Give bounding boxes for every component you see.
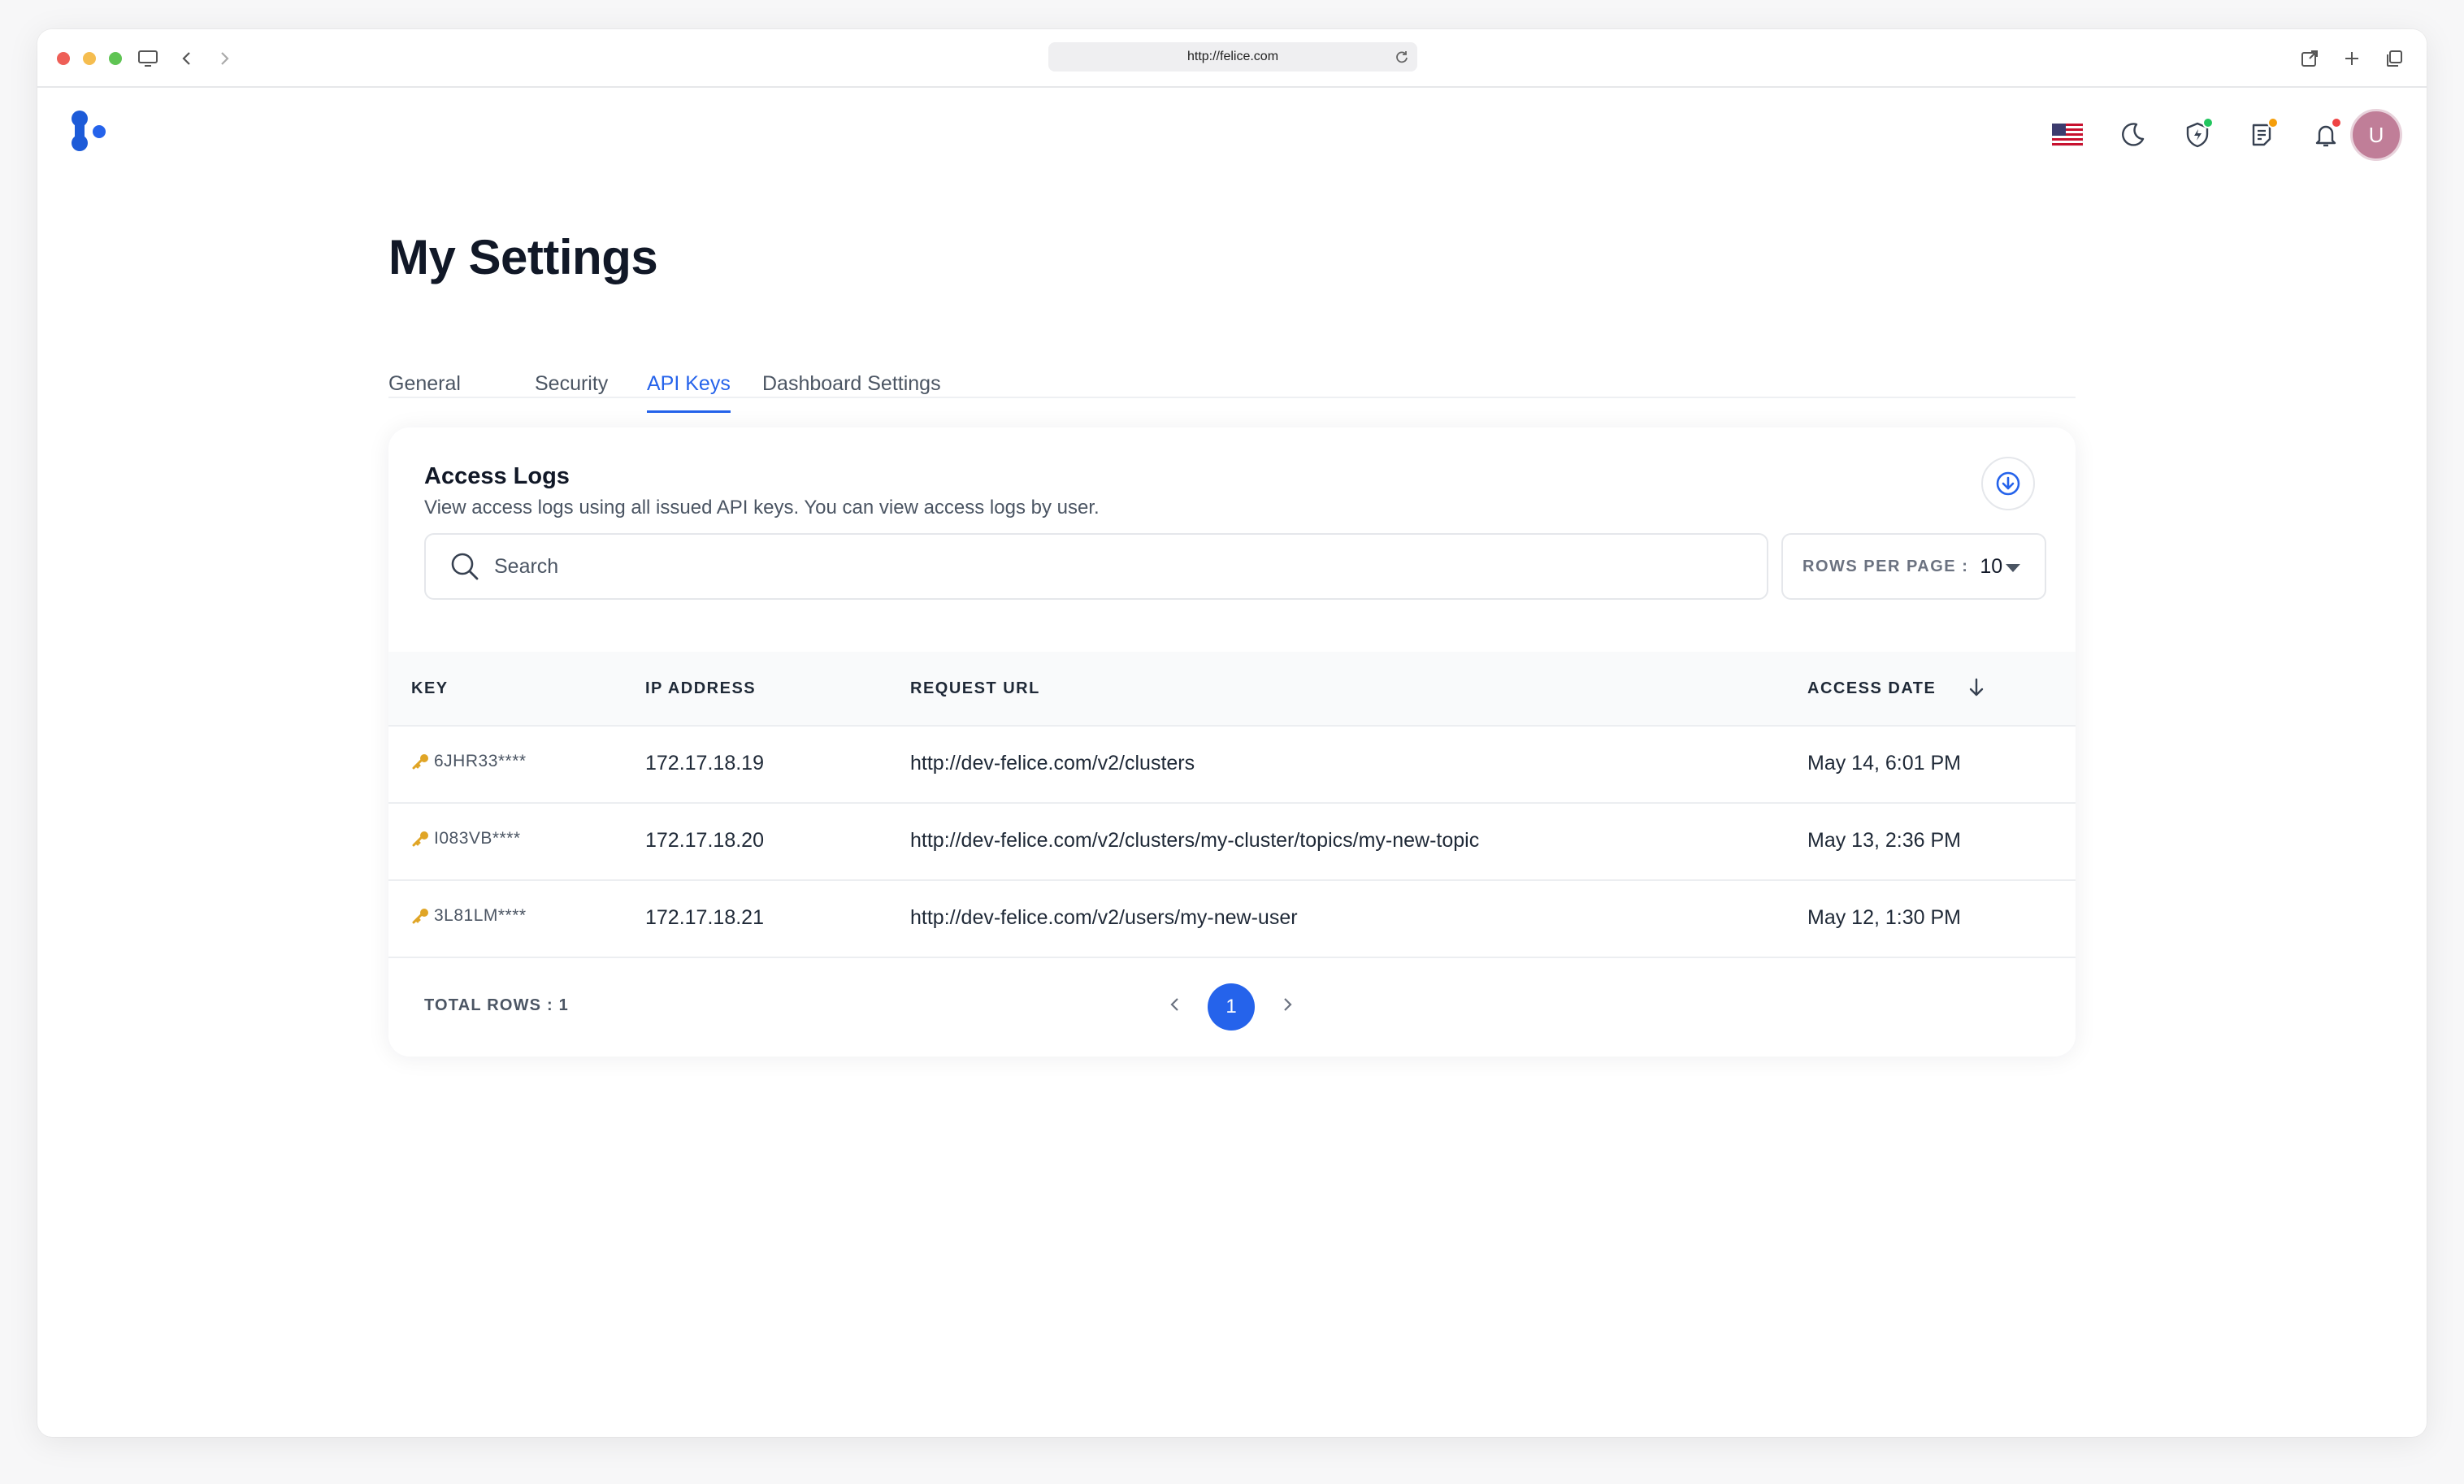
share-icon[interactable] <box>2295 44 2324 73</box>
tab-general[interactable]: General <box>388 372 461 410</box>
notes-icon[interactable] <box>2243 115 2282 154</box>
rows-per-page-label: ROWS PER PAGE : <box>1802 557 1969 575</box>
bell-status-dot <box>2331 117 2342 128</box>
chevron-left-icon <box>1170 998 1178 1011</box>
request-url-cell: http://dev-felice.com/v2/users/my-new-us… <box>910 906 1298 929</box>
browser-window: http://felice.com U My Settings General … <box>37 29 2427 1437</box>
browser-toolbar: http://felice.com <box>37 29 2427 88</box>
key-icon <box>411 907 431 925</box>
address-bar-url: http://felice.com <box>1186 50 1279 63</box>
chevron-down-icon <box>2006 564 2020 572</box>
download-button[interactable] <box>1981 457 2035 510</box>
address-bar[interactable]: http://felice.com <box>1048 42 1417 72</box>
minimize-window-button[interactable] <box>83 52 96 65</box>
access-date-cell: May 14, 6:01 PM <box>1807 752 1961 775</box>
pagination-page-button[interactable]: 1 <box>1208 983 1255 1031</box>
user-avatar[interactable]: U <box>2350 109 2402 161</box>
forward-arrow-icon[interactable] <box>210 44 239 73</box>
page-title: My Settings <box>388 230 658 284</box>
key-cell: I083VB**** <box>411 829 521 848</box>
sidebar-toggle-icon[interactable] <box>133 44 163 73</box>
rows-per-page-select[interactable]: ROWS PER PAGE : 10 <box>1781 533 2046 600</box>
ip-address-cell: 172.17.18.21 <box>645 906 764 929</box>
tab-security[interactable]: Security <box>535 372 608 410</box>
card-title: Access Logs <box>424 463 570 489</box>
ip-address-cell: 172.17.18.20 <box>645 829 764 852</box>
notification-bell-icon[interactable] <box>2306 115 2345 154</box>
card-subtitle: View access logs using all issued API ke… <box>424 497 1100 519</box>
key-icon <box>411 753 431 770</box>
app-logo[interactable] <box>68 107 109 156</box>
new-tab-icon[interactable] <box>2337 44 2366 73</box>
chevron-right-icon <box>1284 998 1292 1011</box>
search-input[interactable] <box>494 554 1713 579</box>
access-date-cell: May 13, 2:36 PM <box>1807 829 1961 852</box>
table-row[interactable]: 6JHR33**** 172.17.18.19 http://dev-felic… <box>388 727 2076 804</box>
maximize-window-button[interactable] <box>109 52 122 65</box>
pagination-next-button[interactable] <box>1271 988 1304 1021</box>
key-value: I083VB**** <box>434 829 521 848</box>
pagination-prev-button[interactable] <box>1159 988 1191 1021</box>
security-shield-icon[interactable] <box>2178 115 2217 154</box>
tab-dashboard-settings[interactable]: Dashboard Settings <box>762 372 941 410</box>
reload-icon[interactable] <box>1395 50 1409 68</box>
notes-status-dot <box>2267 117 2279 128</box>
request-url-cell: http://dev-felice.com/v2/clusters <box>910 752 1195 775</box>
access-date-cell: May 12, 1:30 PM <box>1807 906 1961 929</box>
shield-status-dot <box>2202 117 2214 128</box>
key-cell: 3L81LM**** <box>411 906 527 926</box>
dark-mode-moon-icon[interactable] <box>2113 115 2152 154</box>
settings-tabs: General Security API Keys Dashboard Sett… <box>388 341 2076 413</box>
key-cell: 6JHR33**** <box>411 752 527 771</box>
back-arrow-icon[interactable] <box>172 44 202 73</box>
table-row[interactable]: I083VB**** 172.17.18.20 http://dev-felic… <box>388 804 2076 881</box>
column-header-ip-address[interactable]: IP ADDRESS <box>645 679 756 698</box>
ip-address-cell: 172.17.18.19 <box>645 752 764 775</box>
table-row[interactable]: 3L81LM**** 172.17.18.21 http://dev-felic… <box>388 881 2076 958</box>
request-url-cell: http://dev-felice.com/v2/clusters/my-clu… <box>910 829 1480 852</box>
column-header-access-date[interactable]: ACCESS DATE <box>1807 678 1984 698</box>
total-rows-label: TOTAL ROWS : 1 <box>424 996 569 1014</box>
sort-descending-icon[interactable] <box>1967 676 1986 704</box>
search-icon <box>449 550 481 583</box>
key-value: 6JHR33**** <box>434 752 527 770</box>
key-value: 3L81LM**** <box>434 906 527 925</box>
language-flag-icon[interactable] <box>2048 115 2087 154</box>
search-box[interactable] <box>424 533 1768 600</box>
close-window-button[interactable] <box>57 52 70 65</box>
key-icon <box>411 830 431 848</box>
download-icon <box>1996 471 2020 496</box>
rows-per-page-value: 10 <box>1980 554 2003 578</box>
table-header: KEY IP ADDRESS REQUEST URL ACCESS DATE <box>388 652 2076 727</box>
column-header-request-url[interactable]: REQUEST URL <box>910 679 1040 698</box>
tab-api-keys[interactable]: API Keys <box>647 372 731 413</box>
access-logs-card: Access Logs View access logs using all i… <box>388 427 2076 1057</box>
tab-overview-icon[interactable] <box>2379 44 2409 73</box>
access-date-label: ACCESS DATE <box>1807 679 1937 697</box>
column-header-key[interactable]: KEY <box>411 679 449 698</box>
